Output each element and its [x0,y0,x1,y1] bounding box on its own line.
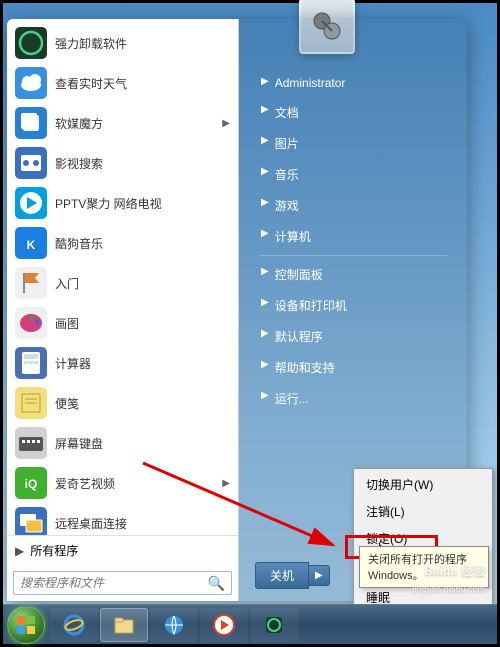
program-label: 计算器 [55,355,91,372]
taskbar-app[interactable] [250,608,298,642]
note-icon [15,387,47,419]
chevron-right-icon: ▶ [261,166,269,177]
program-item-12[interactable]: 远程桌面连接 [9,503,236,535]
remote-icon [15,507,47,535]
svg-text:K: K [27,238,36,252]
cloud-icon [15,67,47,99]
start-menu-left-panel: 强力卸载软件查看实时天气软媒魔方 ▶ 影视搜索 PPTV聚力 网络电视 K 酷狗音乐入门画… [7,19,239,601]
context-item-1[interactable]: 注销(L) [356,498,490,525]
program-label: 远程桌面连接 [55,515,127,532]
program-label: 酷狗音乐 [55,235,103,252]
program-item-5[interactable]: K 酷狗音乐 [9,223,236,263]
program-item-3[interactable]: 影视搜索 [9,143,236,183]
program-label: 入门 [55,275,79,292]
program-label: PPTV聚力 网络电视 [55,195,162,212]
k-icon: K [15,227,47,259]
program-item-9[interactable]: 便笺 [9,383,236,423]
context-item-0[interactable]: 切换用户(W) [356,471,490,498]
chevron-right-icon: ▶ [261,328,269,339]
program-item-7[interactable]: 画图 [9,303,236,343]
right-panel-item-6[interactable]: ▶控制面板 [251,259,455,290]
right-panel-item-10[interactable]: ▶运行... [251,383,455,414]
all-programs-button[interactable]: ▶ 所有程序 [7,535,238,565]
program-list: 强力卸载软件查看实时天气软媒魔方 ▶ 影视搜索 PPTV聚力 网络电视 K 酷狗音乐入门画… [7,19,238,535]
shutdown-button[interactable]: 关机 [255,562,309,589]
right-panel-item-8[interactable]: ▶默认程序 [251,321,455,352]
right-panel-item-9[interactable]: ▶帮助和支持 [251,352,455,383]
search-area: 🔍 [7,565,238,601]
chevron-right-icon: ▶ [222,118,230,129]
cube-icon [15,107,47,139]
program-item-0[interactable]: 强力卸载软件 [9,23,236,63]
program-label: 便笺 [55,395,79,412]
program-item-4[interactable]: PPTV聚力 网络电视 [9,183,236,223]
watermark: Baidu 经验 jingyan.baidu.com [412,562,485,596]
chevron-right-icon: ▶ [261,359,269,370]
taskbar-browser[interactable] [150,608,198,642]
program-item-1[interactable]: 查看实时天气 [9,63,236,103]
palette-icon [15,307,47,339]
film-icon [15,147,47,179]
iqiyi-icon: iQ [15,467,47,499]
shutdown-menu-button[interactable]: ▶ [309,565,330,586]
right-panel-item-0[interactable]: ▶Administrator [251,69,455,97]
right-panel-item-7[interactable]: ▶设备和打印机 [251,290,455,321]
chevron-right-icon: ▶ [15,544,24,558]
start-button[interactable] [7,606,45,644]
flag-icon [15,267,47,299]
program-label: 画图 [55,315,79,332]
search-input[interactable] [20,576,208,590]
taskbar [3,604,497,644]
program-label: 查看实时天气 [55,75,127,92]
right-panel-item-3[interactable]: ▶音乐 [251,159,455,190]
taskbar-ie[interactable] [50,608,98,642]
right-panel-item-4[interactable]: ▶游戏 [251,190,455,221]
shield-icon [15,27,47,59]
chevron-right-icon: ▶ [261,197,269,208]
right-panel-item-1[interactable]: ▶文档 [251,97,455,128]
chevron-right-icon: ▶ [261,76,269,87]
chevron-right-icon: ▶ [261,135,269,146]
chevron-right-icon: ▶ [261,390,269,401]
program-label: 爱奇艺视频 [55,475,115,492]
play-icon [15,187,47,219]
calc-icon [15,347,47,379]
program-label: 软媒魔方 [55,115,103,132]
svg-text:iQ: iQ [25,477,38,491]
all-programs-label: 所有程序 [30,542,78,559]
program-label: 强力卸载软件 [55,35,127,52]
chevron-right-icon: ▶ [261,228,269,239]
taskbar-media[interactable] [200,608,248,642]
program-item-11[interactable]: iQ 爱奇艺视频 ▶ [9,463,236,503]
program-item-8[interactable]: 计算器 [9,343,236,383]
separator [259,255,447,256]
chevron-right-icon: ▶ [222,478,230,489]
right-panel-item-2[interactable]: ▶图片 [251,128,455,159]
chevron-right-icon: ▶ [261,297,269,308]
chevron-right-icon: ▶ [261,266,269,277]
right-panel-item-5[interactable]: ▶计算机 [251,221,455,252]
chevron-right-icon: ▶ [261,104,269,115]
program-item-10[interactable]: 屏幕键盘 [9,423,236,463]
program-label: 影视搜索 [55,155,103,172]
program-item-2[interactable]: 软媒魔方 ▶ [9,103,236,143]
program-label: 屏幕键盘 [55,435,103,452]
keyboard-icon [15,427,47,459]
search-icon: 🔍 [208,575,225,592]
program-item-6[interactable]: 入门 [9,263,236,303]
search-box[interactable]: 🔍 [13,571,232,595]
taskbar-explorer[interactable] [100,608,148,642]
